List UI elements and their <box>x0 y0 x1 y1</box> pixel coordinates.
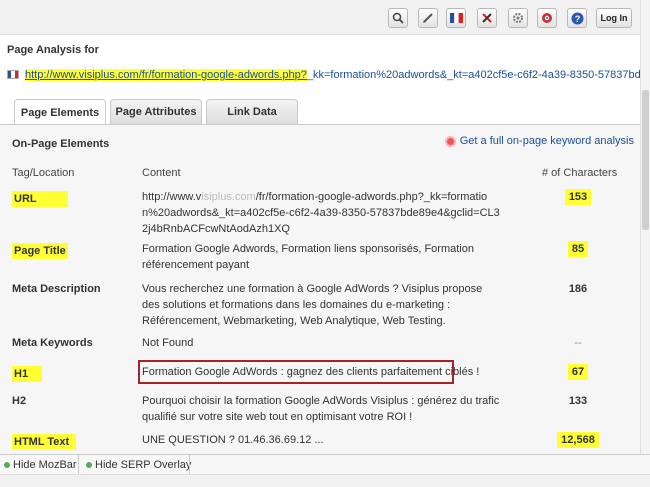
page-title: Page Analysis for <box>7 44 99 56</box>
row-tag: URL <box>12 191 68 207</box>
row-count: 67 <box>540 364 616 380</box>
section-title: On-Page Elements <box>12 138 110 150</box>
bottom-toolbar: Hide MozBar Hide SERP Overlay <box>0 454 650 475</box>
analyzed-url[interactable]: http://www.visiplus.com/fr/formation-goo… <box>25 69 640 81</box>
page-elements-panel: On-Page Elements Get a full on-page keyw… <box>0 124 640 454</box>
panel-header: On-Page Elements Get a full on-page keyw… <box>0 125 640 159</box>
row-count: 153 <box>540 189 616 205</box>
row-count: 133 <box>568 395 588 407</box>
hide-mozbar-button[interactable]: Hide MozBar <box>4 459 77 471</box>
full-analysis-link-label: Get a full on-page keyword analysis <box>459 135 634 147</box>
tab-page-attributes[interactable]: Page Attributes <box>110 99 202 124</box>
tab-link-data[interactable]: Link Data <box>206 99 298 124</box>
help-icon[interactable]: ? <box>567 8 587 28</box>
row-content: UNE QUESTION ? 01.46.36.69.12 ... <box>142 434 324 446</box>
status-dot-icon <box>86 462 92 468</box>
french-flag-icon[interactable] <box>446 8 466 28</box>
column-header-content: Content <box>142 167 181 179</box>
row-count: 186 <box>568 283 588 295</box>
row-count: 85 <box>540 241 616 257</box>
row-content: Not Found <box>142 337 194 349</box>
row-tag: Page Title <box>12 243 68 259</box>
magnify-icon[interactable] <box>388 8 408 28</box>
target-icon <box>444 135 456 147</box>
row-count: 12,568 <box>540 432 616 448</box>
row-tag: H1 <box>12 366 42 382</box>
login-button[interactable]: Log In <box>596 8 632 28</box>
row-content: Pourquoi choisir la formation Google AdW… <box>142 395 500 423</box>
svg-text:?: ? <box>574 14 580 24</box>
french-flag-icon <box>7 70 19 79</box>
divider <box>78 455 79 475</box>
row-tag: H2 <box>12 395 27 407</box>
h1-callout: Formation Google AdWords : gagnez des cl… <box>138 360 480 384</box>
settings-icon[interactable] <box>537 8 557 28</box>
column-header-tag: Tag/Location <box>12 167 75 179</box>
horizontal-scrollbar[interactable] <box>0 474 650 487</box>
scrollbar-thumb[interactable] <box>642 90 649 230</box>
vertical-scrollbar[interactable] <box>640 0 650 466</box>
divider <box>189 455 190 475</box>
row-tag: Meta Keywords <box>12 337 93 349</box>
row-content: Formation Google Adwords, Formation lien… <box>142 243 474 271</box>
tab-bar: Page Elements Page Attributes Link Data <box>0 88 640 125</box>
toolbar: ? Log In <box>0 0 640 34</box>
row-tag: HTML Text <box>12 434 76 450</box>
hide-serp-overlay-button[interactable]: Hide SERP Overlay <box>86 459 191 471</box>
tools-icon[interactable] <box>477 8 497 28</box>
tab-page-elements[interactable]: Page Elements <box>14 99 106 125</box>
column-header-count: # of Characters <box>542 167 618 179</box>
gear-icon[interactable] <box>508 8 528 28</box>
page-analysis-header: Page Analysis for <box>0 34 640 64</box>
row-content: Vous recherchez une formation à Google A… <box>142 283 483 327</box>
row-count: -- <box>574 337 582 349</box>
row-content: http://www.visiplus.com/fr/formation-goo… <box>142 191 500 235</box>
status-dot-icon <box>4 462 10 468</box>
row-tag: Meta Description <box>12 283 101 295</box>
pencil-icon[interactable] <box>418 8 438 28</box>
full-analysis-link[interactable]: Get a full on-page keyword analysis <box>444 135 634 147</box>
analyzed-url-row: http://www.visiplus.com/fr/formation-goo… <box>0 64 640 88</box>
